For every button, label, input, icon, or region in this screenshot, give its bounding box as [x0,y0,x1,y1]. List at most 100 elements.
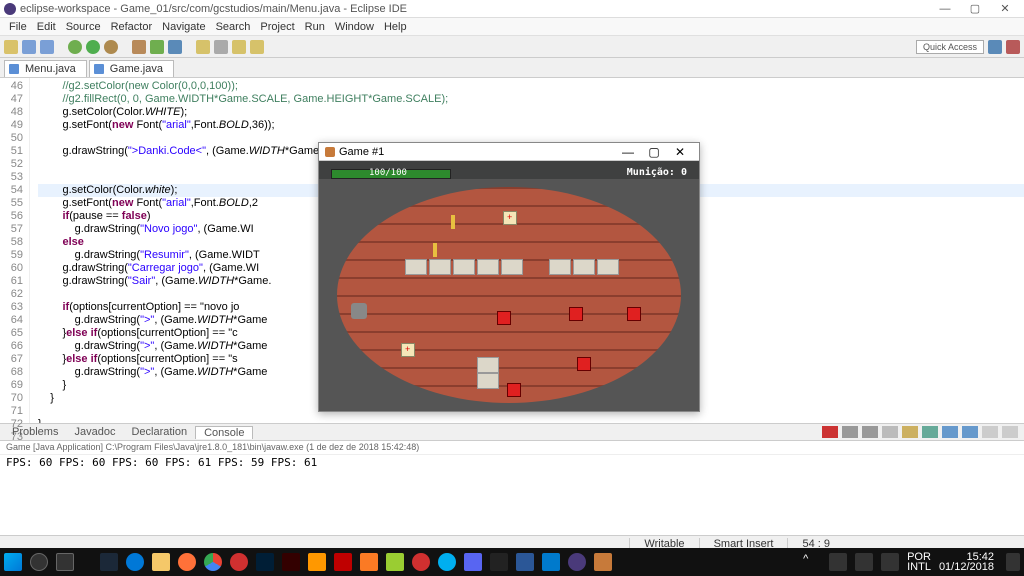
illustrator-icon[interactable] [282,553,300,571]
menu-help[interactable]: Help [379,21,412,33]
forward-icon[interactable] [250,40,264,54]
edge-icon[interactable] [126,553,144,571]
notifications-icon[interactable] [1006,553,1020,571]
coverage-icon[interactable] [104,40,118,54]
enemy-sprite [497,311,511,325]
new-icon[interactable] [4,40,18,54]
save-all-icon[interactable] [40,40,54,54]
game-minimize-button[interactable]: — [615,145,641,159]
filezilla-icon[interactable] [334,553,352,571]
game-titlebar[interactable]: Game #1 — ▢ ✕ [319,143,699,161]
game-canvas[interactable]: 100/100 Munição: 0 [319,161,699,411]
toggle-icon[interactable] [214,40,228,54]
volume-icon[interactable] [881,553,899,571]
menu-source[interactable]: Source [61,21,106,33]
network-icon[interactable] [855,553,873,571]
crate-sprite [401,343,415,357]
taskview-icon[interactable] [56,553,74,571]
menu-file[interactable]: File [4,21,32,33]
menu-navigate[interactable]: Navigate [157,21,210,33]
game-maximize-button[interactable]: ▢ [641,145,667,159]
game-window[interactable]: Game #1 — ▢ ✕ 100/100 Munição: 0 [318,142,700,412]
perspective-debug-icon[interactable] [1006,40,1020,54]
eclipse-task-icon[interactable] [568,553,586,571]
skype-icon[interactable] [438,553,456,571]
close-button[interactable]: ✕ [990,2,1020,15]
menu-bar: File Edit Source Refactor Navigate Searc… [0,18,1024,36]
open-console-icon[interactable] [962,426,978,438]
menu-edit[interactable]: Edit [32,21,61,33]
start-icon[interactable] [4,553,22,571]
open-type-icon[interactable] [168,40,182,54]
new-class-icon[interactable] [150,40,164,54]
menu-window[interactable]: Window [330,21,379,33]
explorer-icon[interactable] [152,553,170,571]
search-icon[interactable] [196,40,210,54]
bullet-sprite [451,215,455,229]
tab-menu-java[interactable]: Menu.java [4,60,87,77]
xampp-icon[interactable] [360,553,378,571]
new-package-icon[interactable] [132,40,146,54]
tab-declaration[interactable]: Declaration [123,426,195,438]
tab-label: Game.java [110,63,163,75]
sublime-icon[interactable] [308,553,326,571]
tab-label: Menu.java [25,63,76,75]
firefox-icon[interactable] [178,553,196,571]
display-console-icon[interactable] [942,426,958,438]
menu-run[interactable]: Run [300,21,330,33]
game-close-button[interactable]: ✕ [667,145,693,159]
remove-all-icon[interactable] [862,426,878,438]
enemy-sprite [357,383,371,397]
clear-console-icon[interactable] [882,426,898,438]
perspective-java-icon[interactable] [988,40,1002,54]
enemy-sprite [569,307,583,321]
tab-problems[interactable]: Problems [4,426,66,438]
arena [319,179,699,411]
console-output[interactable]: FPS: 60 FPS: 60 FPS: 60 FPS: 61 FPS: 59 … [0,455,1024,535]
opera-icon[interactable] [230,553,248,571]
back-icon[interactable] [232,40,246,54]
bottom-tabs: Problems Javadoc Declaration Console [0,423,1024,441]
pin-console-icon[interactable] [922,426,938,438]
max-icon[interactable] [1002,426,1018,438]
menu-refactor[interactable]: Refactor [106,21,158,33]
console-launch-info: Game [Java Application] C:\Program Files… [0,441,1024,455]
quick-access-button[interactable]: Quick Access [916,40,984,54]
maximize-button[interactable]: ▢ [960,2,990,15]
window-title: eclipse-workspace - Game_01/src/com/gcst… [20,3,407,15]
notepad-icon[interactable] [386,553,404,571]
discord-icon[interactable] [464,553,482,571]
scroll-lock-icon[interactable] [902,426,918,438]
java-task-icon[interactable] [594,553,612,571]
system-clock[interactable]: 15:4201/12/2018 [939,552,998,572]
tray-up-icon[interactable]: ^ [803,553,821,571]
vscode-icon[interactable] [542,553,560,571]
language-indicator[interactable]: PORINTL [907,552,931,572]
menu-project[interactable]: Project [255,21,299,33]
menu-search[interactable]: Search [211,21,256,33]
photoshop-icon[interactable] [256,553,274,571]
chrome-icon[interactable] [204,553,222,571]
toolbar: Quick Access [0,36,1024,58]
game-title: Game #1 [339,146,384,158]
min-icon[interactable] [982,426,998,438]
tab-console[interactable]: Console [195,426,253,439]
search-icon[interactable] [30,553,48,571]
remove-launch-icon[interactable] [842,426,858,438]
recorder-icon[interactable] [412,553,430,571]
enemy-sprite [627,307,641,321]
windows-taskbar[interactable]: ^ PORINTL 15:4201/12/2018 [0,548,1024,576]
minimize-button[interactable]: — [930,3,960,15]
terminate-icon[interactable] [822,426,838,438]
bullet-sprite [433,243,437,257]
tab-game-java[interactable]: Game.java [89,60,174,77]
app-icon[interactable] [516,553,534,571]
debug-icon[interactable] [68,40,82,54]
crate-sprite [503,211,517,225]
run-icon[interactable] [86,40,100,54]
unity-icon[interactable] [490,553,508,571]
tab-javadoc[interactable]: Javadoc [66,426,123,438]
save-icon[interactable] [22,40,36,54]
steam-icon[interactable] [100,553,118,571]
tray-icon[interactable] [829,553,847,571]
